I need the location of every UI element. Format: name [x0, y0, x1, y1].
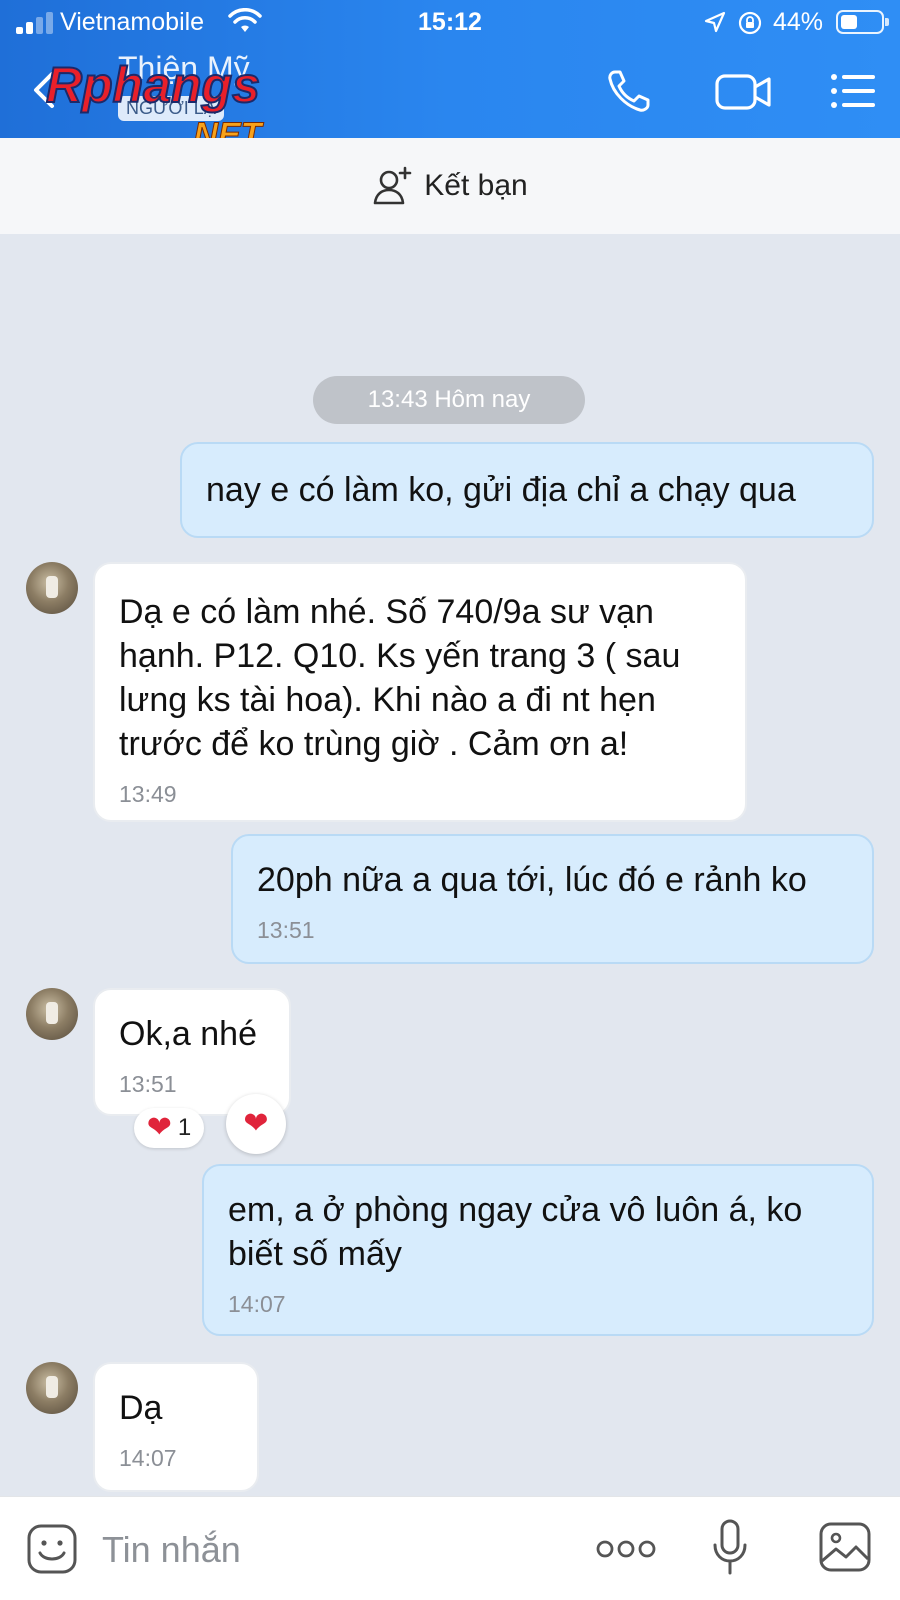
rotation-lock-icon	[738, 11, 762, 35]
microphone-icon[interactable]	[712, 1519, 748, 1577]
image-icon[interactable]	[818, 1521, 872, 1573]
list-menu-icon[interactable]	[830, 72, 876, 110]
avatar[interactable]	[26, 988, 78, 1040]
incoming-message[interactable]: Dạ 14:07	[93, 1362, 259, 1492]
message-text: em, a ở phòng ngay cửa vô luôn á, ko biế…	[228, 1191, 803, 1273]
add-user-icon	[373, 166, 412, 205]
message-input[interactable]	[102, 1525, 542, 1575]
sticker-icon[interactable]	[26, 1523, 78, 1575]
avatar[interactable]	[26, 1362, 78, 1414]
react-button[interactable]: ❤	[226, 1094, 286, 1154]
status-bar: Vietnamobile 15:12 44%	[0, 0, 900, 46]
message-time: 13:49	[119, 781, 177, 807]
message-time: 14:07	[119, 1445, 177, 1471]
message-text: nay e có làm ko, gửi địa chỉ a chạy qua	[206, 471, 796, 509]
outgoing-message[interactable]: em, a ở phòng ngay cửa vô luôn á, ko biế…	[202, 1164, 874, 1336]
video-camera-icon[interactable]	[715, 72, 773, 112]
contact-name[interactable]: Thiện Mỹ	[118, 50, 250, 87]
incoming-message[interactable]: Dạ e có làm nhé. Số 740/9a sư vạn hạnh. …	[93, 562, 747, 822]
message-text: Dạ e có làm nhé. Số 740/9a sư vạn hạnh. …	[119, 593, 681, 763]
avatar[interactable]	[26, 562, 78, 614]
chat-header: Vietnamobile 15:12 44% Thiện Mỹ NGƯỜI LẠ…	[0, 0, 900, 154]
add-friend-bar: Kết bạn	[0, 138, 900, 234]
message-text: Ok,a nhé	[119, 1015, 257, 1053]
message-text: 20ph nữa a qua tới, lúc đó e rảnh ko	[257, 861, 807, 899]
battery-icon	[836, 10, 889, 34]
location-arrow-icon	[704, 11, 726, 33]
back-arrow-icon[interactable]	[30, 70, 60, 110]
status-clock: 15:12	[418, 8, 482, 36]
date-divider: 13:43 Hôm nay	[313, 376, 585, 424]
phone-icon[interactable]	[606, 68, 652, 114]
heart-icon: ❤	[243, 1107, 269, 1140]
message-composer	[0, 1496, 900, 1600]
message-text: Dạ	[119, 1389, 163, 1427]
more-dots-icon[interactable]	[596, 1537, 656, 1561]
heart-icon: ❤	[146, 1111, 172, 1144]
battery-percentage: 44%	[773, 8, 824, 36]
message-time: 13:51	[119, 1071, 177, 1097]
add-friend-button[interactable]: Kết bạn	[372, 166, 528, 206]
message-time: 14:07	[228, 1291, 286, 1317]
reaction-summary[interactable]: ❤ 1	[134, 1108, 204, 1148]
add-friend-label: Kết bạn	[424, 169, 528, 202]
outgoing-message[interactable]: nay e có làm ko, gửi địa chỉ a chạy qua	[180, 442, 874, 538]
outgoing-message[interactable]: 20ph nữa a qua tới, lúc đó e rảnh ko 13:…	[231, 834, 874, 964]
message-time: 13:51	[257, 917, 315, 943]
reaction-count: 1	[177, 1114, 192, 1141]
contact-stranger-badge: NGƯỜI LẠ	[118, 96, 224, 121]
